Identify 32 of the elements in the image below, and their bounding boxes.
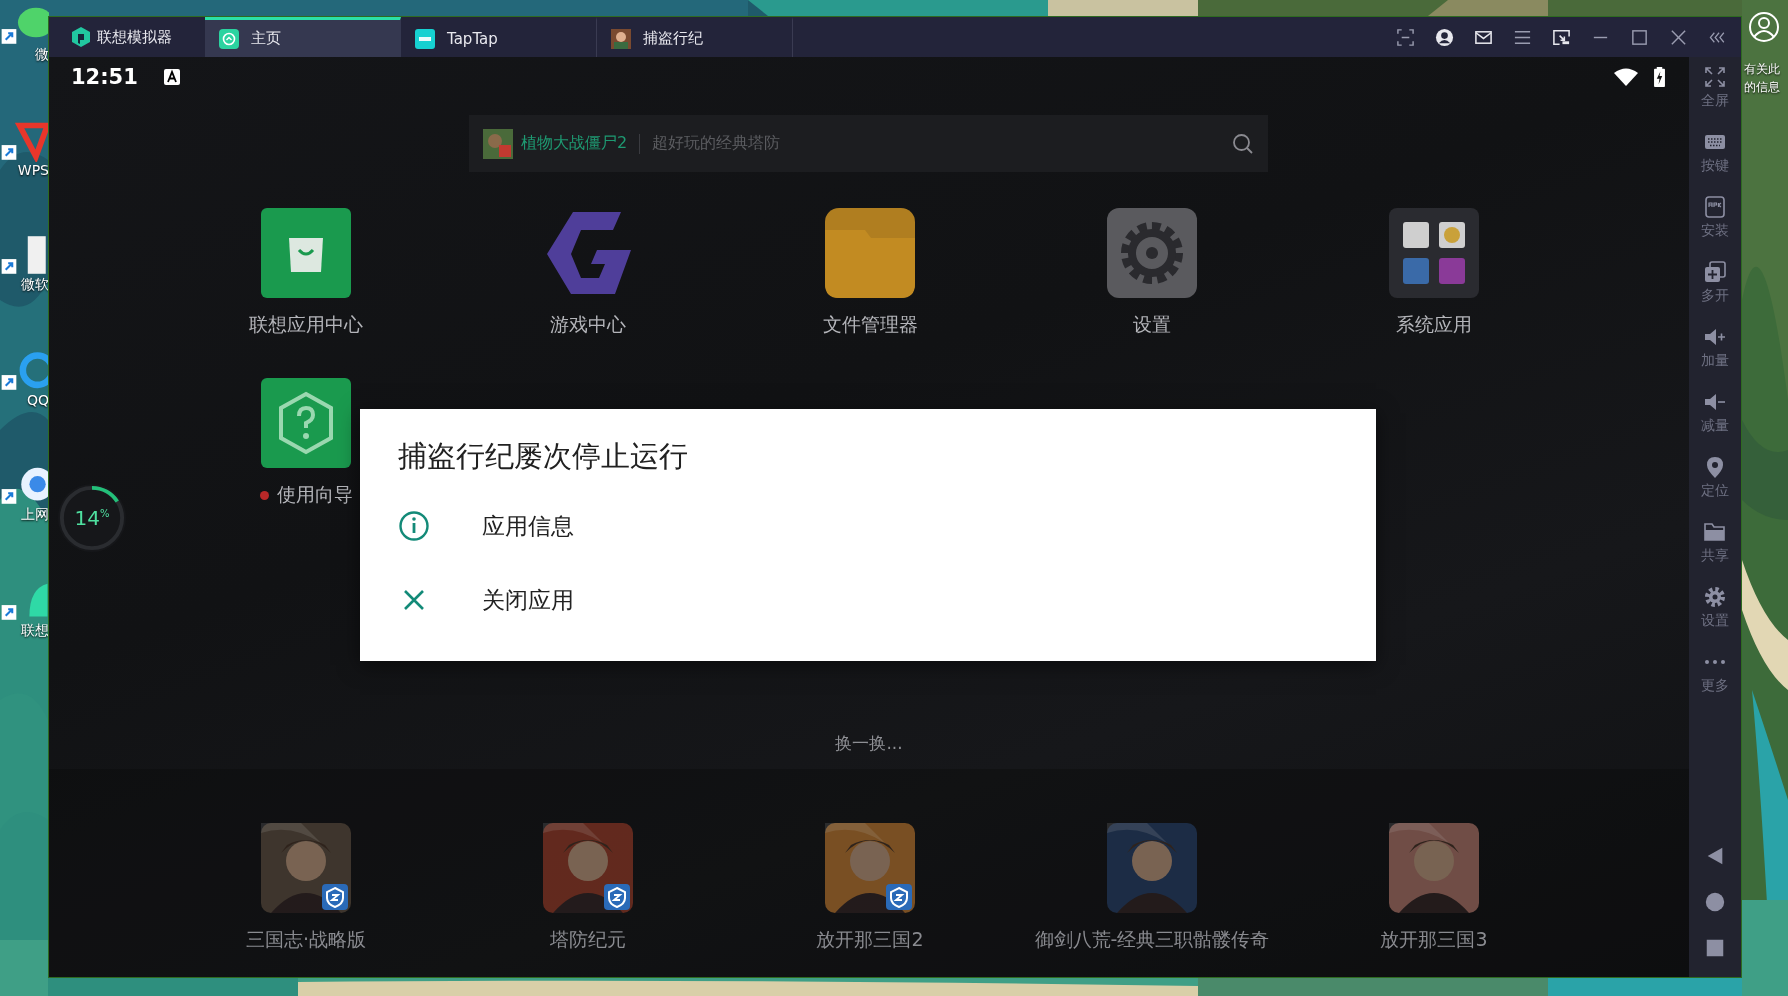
dialog-title: 捕盗行纪屡次停止运行 — [397, 438, 689, 475]
game-label[interactable]: 御剑八荒-经典三职骷髅传奇 — [1034, 927, 1270, 953]
app-label[interactable]: 游戏中心 — [550, 312, 626, 338]
dialog-option[interactable]: 应用信息 — [360, 489, 1376, 563]
app-label[interactable]: 使用向导 — [276, 482, 353, 508]
performance-ball[interactable]: 14$^{%}$ — [58, 484, 126, 552]
featured-game[interactable]: 植物大战僵尸2 — [521, 133, 628, 154]
toolbar-button[interactable]: 更多 — [1701, 650, 1729, 715]
toolbar-button[interactable]: 全屏 — [1701, 65, 1729, 130]
search-placeholder: 超好玩的经典塔防 — [652, 133, 782, 154]
toolbar-button[interactable]: 加量 — [1701, 325, 1729, 390]
toolbar-button[interactable]: 减量 — [1701, 390, 1729, 455]
game-label[interactable]: 三国志·战略版 — [245, 927, 366, 953]
refresh-link[interactable]: 换一换... — [835, 731, 903, 755]
app-label[interactable]: 设置 — [1133, 312, 1171, 338]
app-label[interactable]: 系统应用 — [1396, 312, 1472, 338]
app-label[interactable]: 文件管理器 — [822, 312, 918, 338]
game-label[interactable]: 塔防纪元 — [550, 927, 626, 953]
tab[interactable]: 主页 — [205, 17, 401, 57]
toolbar-button[interactable]: 定位 — [1701, 455, 1729, 520]
toolbar-button[interactable]: 安装 — [1701, 195, 1729, 260]
search-field[interactable]: 植物大战僵尸2 超好玩的经典塔防 — [469, 115, 1268, 172]
toolbar-button[interactable]: 按键 — [1701, 130, 1729, 195]
toolbar-button[interactable]: 共享 — [1701, 520, 1729, 585]
clock: 12:51 — [71, 65, 138, 89]
game-label[interactable]: 放开那三国2 — [816, 927, 924, 953]
app-name: 联想模拟器 — [97, 27, 172, 47]
dialog-option[interactable]: 关闭应用 — [360, 563, 1376, 637]
game-label[interactable]: 放开那三国3 — [1380, 927, 1488, 953]
toolbar-button[interactable]: 多开 — [1701, 260, 1729, 325]
toolbar-button[interactable]: 设置 — [1701, 585, 1729, 650]
app-label[interactable]: 联想应用中心 — [249, 312, 363, 338]
